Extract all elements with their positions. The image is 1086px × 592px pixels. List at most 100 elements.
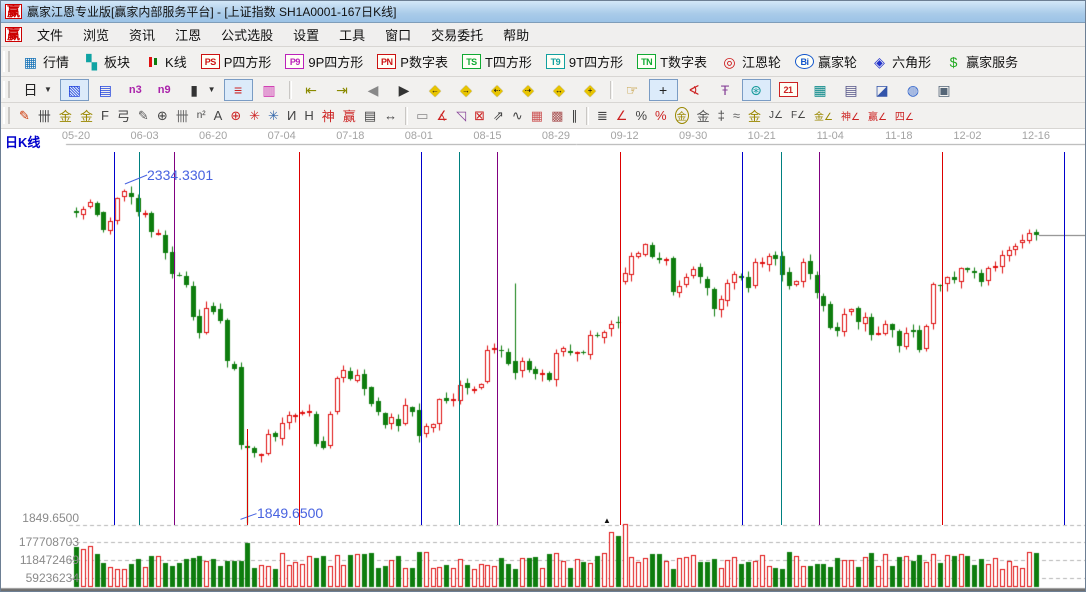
fan-box-button[interactable]: ◹ bbox=[453, 106, 469, 126]
shen-tool-button[interactable]: 神 bbox=[319, 104, 338, 127]
angle-line-button[interactable]: ∠ bbox=[613, 106, 631, 126]
gann-anchor-button[interactable]: Ŧ bbox=[711, 79, 740, 101]
si-angle-button[interactable]: 四∠ bbox=[892, 106, 917, 125]
gold-lines-button[interactable]: 金 bbox=[694, 104, 713, 127]
menu-settings[interactable]: 设置 bbox=[283, 25, 329, 46]
percent-line-button[interactable]: % bbox=[652, 106, 670, 125]
p-number-table-button[interactable]: PNP数字表 bbox=[371, 49, 454, 74]
gold-circle-button[interactable]: 金 bbox=[672, 105, 692, 126]
gann-time-line[interactable] bbox=[421, 152, 422, 525]
pencil-ruler-button[interactable]: ✎ bbox=[135, 106, 152, 126]
market-quotes-button[interactable]: ▦行情 bbox=[16, 49, 75, 74]
text-label-button[interactable]: A bbox=[211, 106, 226, 125]
gann-web-box-button[interactable]: ✳ bbox=[265, 106, 282, 126]
gann-time-line[interactable] bbox=[742, 152, 743, 525]
gann-model-button[interactable]: ⊛ bbox=[742, 79, 771, 101]
calculator-button[interactable]: ▦ bbox=[806, 79, 835, 101]
gann-time-line[interactable] bbox=[497, 152, 498, 525]
print-button[interactable]: ▣ bbox=[930, 79, 959, 101]
menu-trade-order[interactable]: 交易委托 bbox=[421, 25, 493, 46]
gann-time-line[interactable] bbox=[299, 152, 300, 525]
grid-arrow-button[interactable]: ▩ bbox=[548, 106, 566, 126]
time-lines-button[interactable]: 卌 bbox=[173, 104, 192, 127]
t-number-table-button[interactable]: TNT数字表 bbox=[631, 49, 713, 74]
gann-time-line[interactable] bbox=[781, 152, 782, 525]
gann-web-button[interactable]: ✳ bbox=[246, 106, 263, 126]
gann-time-line[interactable] bbox=[139, 152, 140, 525]
gann-time-line[interactable] bbox=[620, 152, 621, 525]
menu-help[interactable]: 帮助 bbox=[493, 25, 539, 46]
go-first-button[interactable]: ⇤ bbox=[297, 79, 326, 101]
gann-lines-button[interactable]: 卌 bbox=[35, 104, 54, 127]
minute9-bars-button[interactable]: n9 bbox=[151, 79, 178, 101]
web-export-button[interactable]: ◍ bbox=[899, 79, 928, 101]
zigzag-button[interactable]: ∿ bbox=[509, 106, 526, 126]
box-cross-button[interactable]: ⊠ bbox=[471, 106, 488, 126]
chip-distribution-button[interactable]: ▧ bbox=[60, 79, 89, 101]
go-last-button[interactable]: ⇥ bbox=[328, 79, 357, 101]
gann-time-line[interactable] bbox=[819, 152, 820, 525]
menu-formula-stock-pick[interactable]: 公式选股 bbox=[211, 25, 283, 46]
golden-section-h-button[interactable]: 金 bbox=[56, 104, 75, 127]
ying-tool-button[interactable]: 赢 bbox=[340, 104, 359, 127]
j-angle-button[interactable]: J∠ bbox=[766, 108, 786, 123]
gann-time-line[interactable] bbox=[942, 152, 943, 525]
period-day-dropdown[interactable]: 日▼ bbox=[16, 79, 58, 101]
zoom-in-button[interactable]: ◆⇠ bbox=[483, 79, 512, 101]
fibonacci-button[interactable]: F bbox=[98, 106, 112, 125]
h-mark-button[interactable]: H bbox=[301, 106, 316, 125]
menu-browse[interactable]: 浏览 bbox=[73, 25, 119, 46]
menu-tools[interactable]: 工具 bbox=[329, 25, 375, 46]
parallel-lines-button[interactable]: ∥ bbox=[568, 106, 581, 126]
menu-news[interactable]: 资讯 bbox=[119, 25, 165, 46]
t-square-button[interactable]: TST四方形 bbox=[456, 49, 538, 74]
kline-button[interactable]: K线 bbox=[138, 49, 193, 74]
ruler-123-button[interactable]: ▤ bbox=[361, 106, 379, 126]
sectors-button[interactable]: ▚板块 bbox=[77, 49, 136, 74]
hexagon-button[interactable]: ◈六角形 bbox=[865, 49, 937, 74]
draw-pencil-button[interactable]: ✎ bbox=[16, 106, 33, 126]
box-tool-button[interactable]: ▭ bbox=[413, 106, 431, 126]
kline-canvas[interactable] bbox=[1, 129, 1086, 592]
gann-wheel-button[interactable]: ◎江恩轮 bbox=[715, 49, 787, 74]
minute3-bars-button[interactable]: n3 bbox=[122, 79, 149, 101]
winner-service-button[interactable]: $赢家服务 bbox=[939, 49, 1024, 74]
next-bar-button[interactable]: ▶ bbox=[390, 79, 419, 101]
ying-angle-button[interactable]: 赢∠ bbox=[865, 106, 890, 125]
zoom-out-button[interactable]: ◆⇢ bbox=[514, 79, 543, 101]
measure-button[interactable]: ↔ bbox=[381, 106, 400, 125]
pan-left-button[interactable]: ◆← bbox=[421, 79, 450, 101]
memo-button[interactable]: ▤ bbox=[837, 79, 866, 101]
menu-gann[interactable]: 江恩 bbox=[165, 25, 211, 46]
angle-measure-button[interactable]: ∢ bbox=[680, 79, 709, 101]
gann-time-line[interactable] bbox=[459, 152, 460, 525]
calendar-button[interactable]: 21 bbox=[773, 79, 804, 100]
pan-right-button[interactable]: ◆→ bbox=[452, 79, 481, 101]
low-anchor-line[interactable] bbox=[247, 429, 248, 525]
pin-draw-button[interactable]: ‡ bbox=[715, 106, 728, 125]
ninet-square-button[interactable]: T99T四方形 bbox=[540, 49, 629, 74]
grid-red-button[interactable]: ▦ bbox=[528, 106, 546, 126]
gann-fan-button[interactable]: ∡ bbox=[433, 106, 451, 126]
red-target-button[interactable]: ⊕ bbox=[227, 106, 244, 126]
gann-circle-button[interactable]: ⊕ bbox=[154, 106, 171, 126]
save-button[interactable]: ◪ bbox=[868, 79, 897, 101]
shen-angle-button[interactable]: 神∠ bbox=[838, 106, 863, 125]
kline-style-dropdown[interactable]: ▮▼ bbox=[180, 79, 222, 101]
wave-mark-button[interactable]: И bbox=[284, 106, 299, 125]
percent-button[interactable]: % bbox=[632, 106, 650, 125]
prev-bar-button[interactable]: ◀ bbox=[359, 79, 388, 101]
gann-time-line[interactable] bbox=[1064, 152, 1065, 525]
spiral-button[interactable]: 弓 bbox=[114, 104, 133, 127]
wave-band-button[interactable]: ≈ bbox=[730, 106, 743, 125]
winner-wheel-button[interactable]: Bi赢家轮 bbox=[789, 49, 863, 74]
menu-file[interactable]: 文件 bbox=[27, 25, 73, 46]
ninep-square-button[interactable]: P99P四方形 bbox=[279, 49, 369, 74]
volume-profile-button[interactable]: ▥ bbox=[255, 79, 284, 101]
hand-tool-button[interactable]: ☞ bbox=[618, 79, 647, 101]
square-of-nine-button[interactable]: n² bbox=[194, 108, 209, 123]
menu-window[interactable]: 窗口 bbox=[375, 25, 421, 46]
p-square-button[interactable]: PSP四方形 bbox=[195, 49, 278, 74]
gann-time-line[interactable] bbox=[174, 152, 175, 525]
f-angle-button[interactable]: F∠ bbox=[788, 108, 809, 123]
